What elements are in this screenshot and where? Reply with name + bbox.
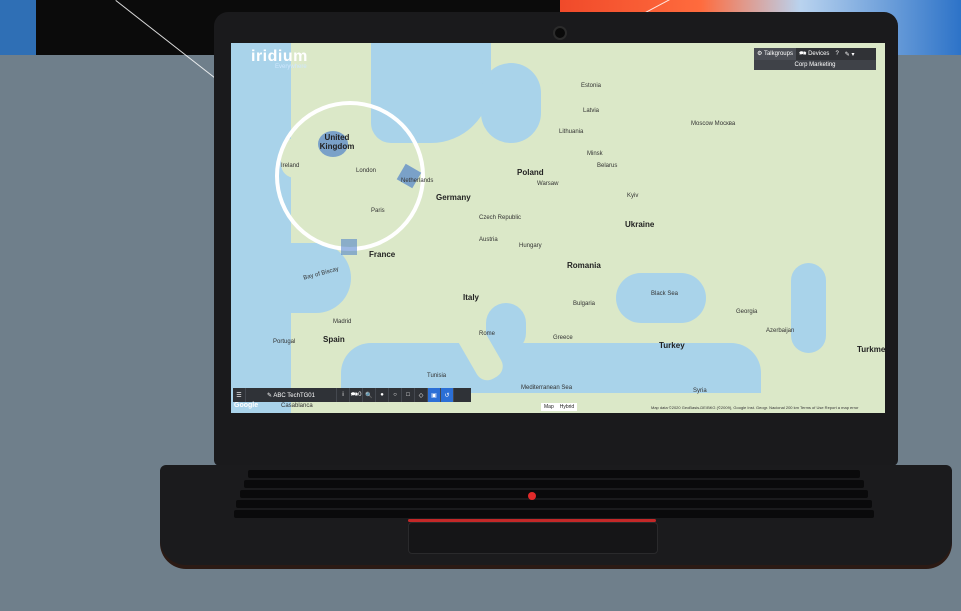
map-label-warsaw: Warsaw	[537, 181, 559, 187]
laptop-screen: iridium Everywhere ⚙ Talkgroups 🗪 Device…	[231, 43, 885, 413]
map-label-casablanca: Casablanca	[281, 403, 313, 409]
map-label-belarus: Belarus	[597, 163, 618, 169]
map-label-minsk: Minsk	[587, 151, 603, 157]
map-label-lithuania: Lithuania	[559, 129, 584, 135]
map-label-black-sea: Black Sea	[651, 291, 679, 297]
menu-button[interactable]: ☰	[233, 388, 246, 402]
map-label-poland: Poland	[517, 168, 544, 177]
organization-label: Corp Marketing	[754, 60, 876, 70]
touchpad	[408, 522, 658, 554]
map-label-turkey: Turkey	[659, 341, 685, 350]
map-baltic	[481, 63, 541, 143]
circle-tool-icon[interactable]: ○	[389, 388, 402, 402]
iridium-logo: iridium Everywhere	[251, 48, 308, 70]
map-label-moscow: Moscow Москва	[691, 121, 736, 127]
map-label-czech: Czech Republic	[479, 215, 522, 221]
map-label-italy: Italy	[463, 293, 480, 302]
map-label-mediterranean: Mediterranean Sea	[521, 385, 573, 391]
top-navigation: ⚙ Talkgroups 🗪 Devices ? ✎ ▾	[754, 48, 876, 60]
map-label-syria: Syria	[693, 388, 707, 394]
key-row-1	[248, 470, 860, 478]
key-row-4	[236, 500, 872, 508]
rectangle-tool-icon[interactable]: □	[402, 388, 415, 402]
trackpoint-icon	[528, 492, 536, 500]
map-label-romania: Romania	[567, 261, 601, 270]
tools-dropdown[interactable]: ✎ ▾	[842, 51, 858, 58]
map-label-hungary: Hungary	[519, 243, 542, 249]
help-icon[interactable]: ?	[832, 51, 841, 57]
map-label-uk: United Kingdom	[319, 133, 355, 151]
key-row-2	[244, 480, 864, 488]
map-label-tunisia: Tunisia	[427, 373, 447, 379]
map-label-ireland: Ireland	[281, 163, 300, 169]
google-logo: Google	[234, 402, 259, 409]
map-type-control: Map Hybrid	[541, 403, 578, 411]
map-label-georgia: Georgia	[736, 309, 758, 315]
key-row-5	[234, 510, 874, 518]
map-label-greece: Greece	[553, 335, 573, 341]
map-label-germany: Germany	[436, 193, 471, 202]
map-label-spain: Spain	[323, 335, 345, 344]
photo-backdrop-blue-block	[0, 0, 36, 55]
map-atlantic	[231, 43, 291, 413]
talkgroup-selector[interactable]: ✎ ABC TechTG01	[246, 388, 337, 402]
key-row-3	[240, 490, 868, 498]
map-label-azerbaijan: Azerbaijan	[766, 328, 795, 334]
tab-devices[interactable]: 🗪 Devices	[796, 49, 832, 59]
map-label-netherlands: Netherlands	[401, 178, 434, 184]
map-label-rome: Rome	[479, 331, 496, 337]
map-label-latvia: Latvia	[583, 108, 600, 114]
map-black-sea	[616, 273, 706, 323]
map-label-madrid: Madrid	[333, 319, 352, 325]
keyboard	[228, 468, 880, 518]
map-label-kyiv: Kyiv	[627, 193, 639, 199]
location-icon[interactable]: ●	[376, 388, 389, 402]
search-icon[interactable]: 🔍	[363, 388, 376, 402]
map-label-portugal: Portugal	[273, 339, 296, 345]
devices-count-button[interactable]: 🗪0	[350, 388, 363, 402]
map-label-london: London	[356, 168, 377, 174]
map-type-hybrid[interactable]: Hybrid	[557, 403, 577, 411]
talkgroup-area-france[interactable]	[341, 239, 357, 255]
map-label-bulgaria: Bulgaria	[573, 301, 596, 307]
map-label-austria: Austria	[479, 237, 498, 243]
map-label-paris: Paris	[371, 208, 385, 214]
polygon-tool-icon[interactable]: ◇	[415, 388, 428, 402]
map-label-france: France	[369, 250, 396, 259]
map-toolbar: ☰ ✎ ABC TechTG01 i 🗪0 🔍 ● ○ □ ◇ ▣ ↺	[233, 388, 471, 402]
save-icon[interactable]: ▣	[428, 388, 441, 402]
webcam-icon	[553, 26, 567, 40]
map-caspian	[791, 263, 826, 353]
info-button[interactable]: i	[337, 388, 350, 402]
map-attribution[interactable]: Map data ©2020 GeoBasis-DE/BKG (©2009), …	[651, 405, 858, 410]
tab-talkgroups[interactable]: ⚙ Talkgroups	[754, 48, 796, 60]
undo-icon[interactable]: ↺	[441, 388, 454, 402]
map-label-ukraine: Ukraine	[625, 220, 655, 229]
map-label-estonia: Estonia	[581, 83, 602, 89]
map-type-map[interactable]: Map	[541, 403, 557, 411]
map-label-turkmenistan: Turkme	[857, 345, 885, 354]
